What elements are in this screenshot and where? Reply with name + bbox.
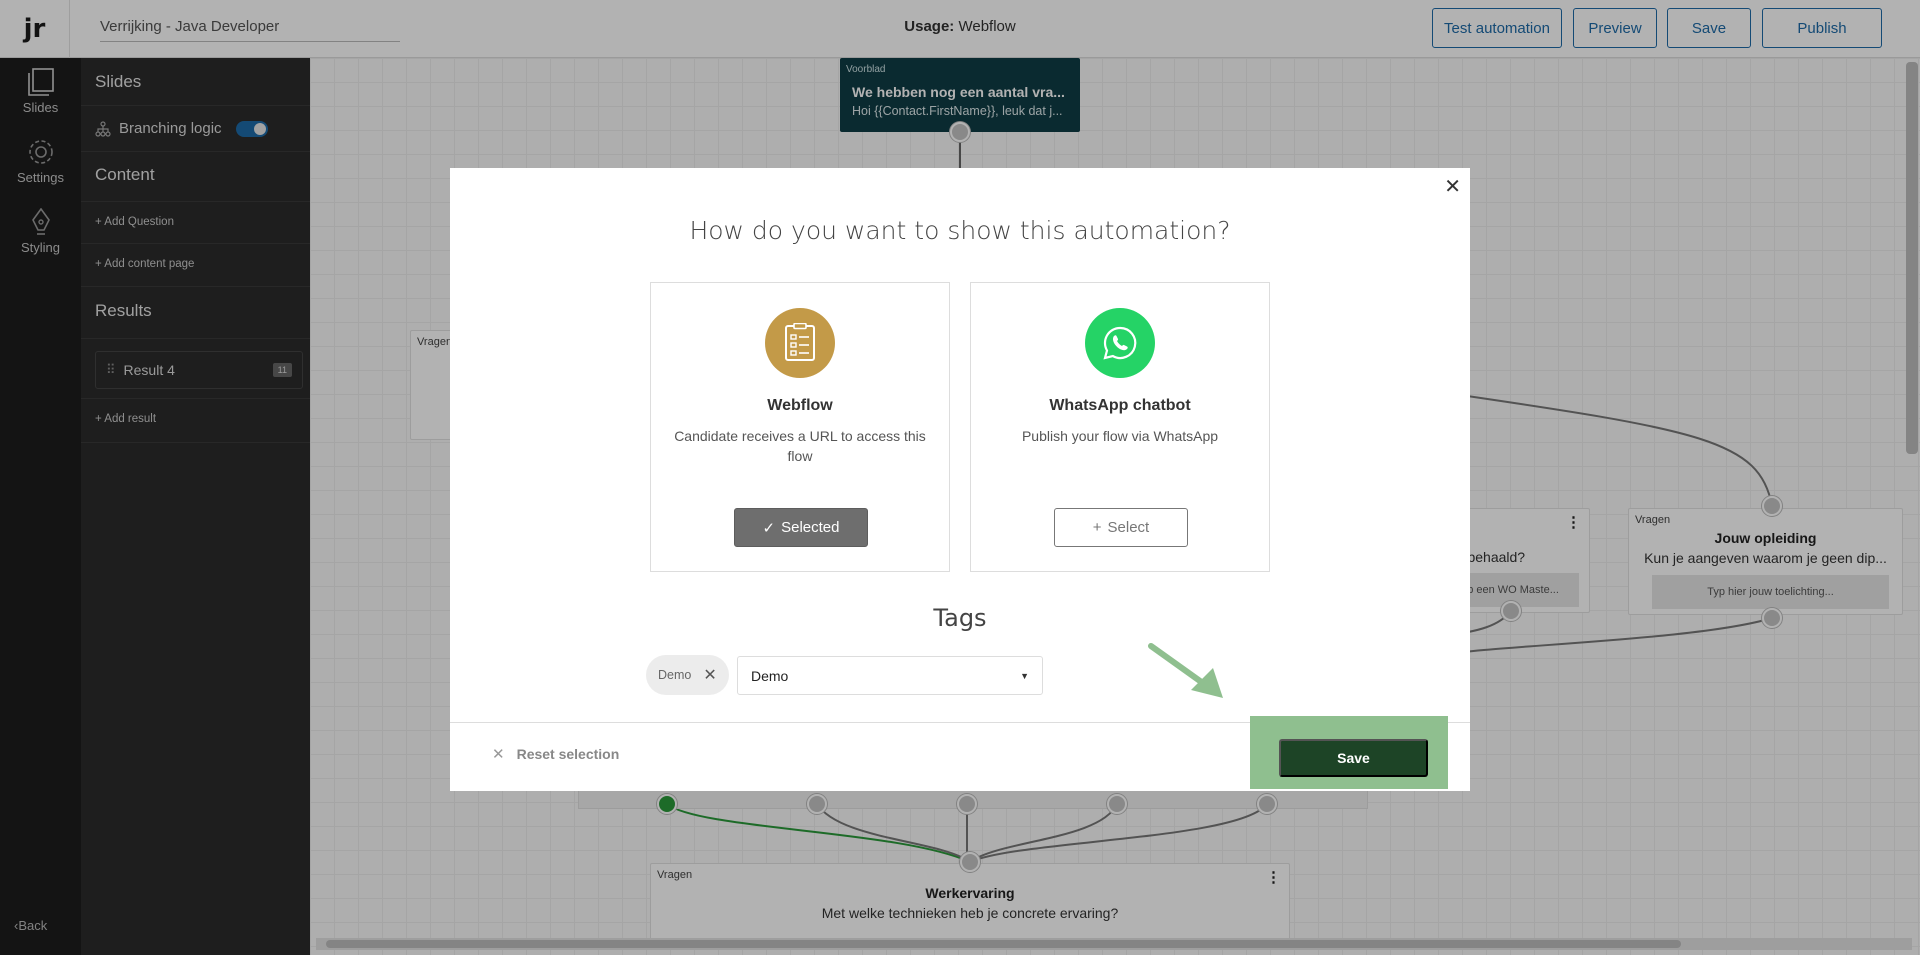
- option-card-webflow[interactable]: Webflow Candidate receives a URL to acce…: [650, 282, 950, 572]
- option-name: WhatsApp chatbot: [1049, 397, 1191, 414]
- whatsapp-icon: [1085, 308, 1155, 378]
- form-icon: [765, 308, 835, 378]
- selected-button[interactable]: ✓ Selected: [734, 508, 868, 547]
- tag-select[interactable]: Demo ▼: [737, 656, 1043, 695]
- option-description: Publish your flow via WhatsApp: [1021, 428, 1219, 444]
- tags-heading: Tags: [933, 604, 987, 632]
- modal-footer: ✕ Reset selection Save: [450, 716, 1470, 791]
- option-name: Webflow: [767, 397, 833, 414]
- reset-selection-button[interactable]: ✕ Reset selection: [492, 745, 619, 763]
- select-button[interactable]: + Select: [1054, 508, 1188, 547]
- close-icon[interactable]: ✕: [1444, 174, 1461, 199]
- option-description: Candidate receives a URL to access this …: [674, 428, 926, 464]
- automation-display-modal: ✕ How do you want to show this automatio…: [450, 168, 1470, 791]
- remove-tag-icon[interactable]: ✕: [703, 665, 716, 685]
- plus-icon: +: [1092, 519, 1102, 536]
- caret-down-icon: ▼: [1020, 670, 1029, 681]
- save-highlight: Save: [1250, 716, 1448, 789]
- modal-title: How do you want to show this automation?: [689, 216, 1231, 245]
- select-button-label: Select: [1107, 519, 1150, 536]
- option-card-whatsapp[interactable]: WhatsApp chatbot Publish your flow via W…: [970, 282, 1270, 572]
- tag-select-value: Demo: [751, 667, 789, 684]
- modal-save-button[interactable]: Save: [1279, 739, 1428, 777]
- tag-chip-label: Demo: [658, 668, 692, 682]
- tag-chip: Demo ✕: [646, 655, 729, 695]
- selected-button-label: Selected: [781, 519, 840, 536]
- check-icon: ✓: [762, 519, 776, 537]
- close-icon: ✕: [492, 746, 505, 763]
- reset-selection-label: Reset selection: [516, 746, 620, 762]
- annotation-arrow-icon: [1148, 643, 1223, 698]
